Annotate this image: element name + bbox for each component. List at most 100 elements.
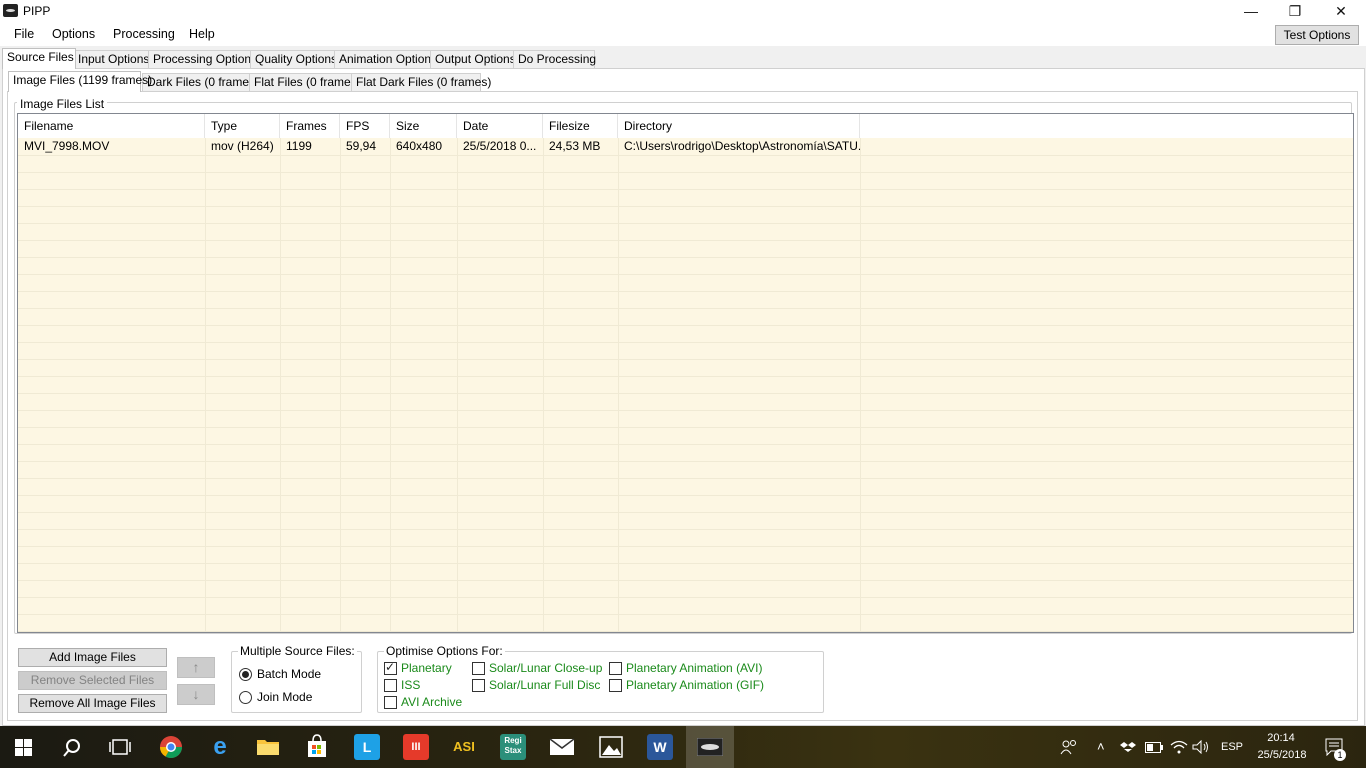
menu-file[interactable]: File bbox=[14, 27, 34, 41]
tab-quality-options[interactable]: Quality Options bbox=[250, 50, 338, 68]
grid-line bbox=[457, 138, 458, 632]
batch-mode-radio[interactable] bbox=[239, 668, 252, 681]
task-view-icon[interactable] bbox=[109, 739, 131, 755]
title-bar: PIPP — ❐ ✕ bbox=[0, 0, 1366, 22]
tab-flat-files[interactable]: Flat Files (0 frames) bbox=[249, 73, 361, 91]
tab-animation-options[interactable]: Animation Options bbox=[334, 50, 437, 68]
iss-label[interactable]: ISS bbox=[401, 678, 420, 692]
volume-icon[interactable] bbox=[1192, 740, 1210, 754]
col-directory[interactable]: Directory bbox=[618, 114, 860, 138]
cell-filesize[interactable]: 24,53 MB bbox=[543, 138, 618, 155]
clock-time[interactable]: 20:14 bbox=[1266, 732, 1296, 744]
col-filesize[interactable]: Filesize bbox=[543, 114, 618, 138]
multiple-source-files-title: Multiple Source Files: bbox=[238, 644, 357, 658]
solar-closeup-label[interactable]: Solar/Lunar Close-up bbox=[489, 661, 602, 675]
battery-icon[interactable] bbox=[1145, 742, 1163, 753]
join-mode-label[interactable]: Join Mode bbox=[257, 690, 312, 704]
grid-line bbox=[18, 478, 1353, 479]
grid-line bbox=[618, 138, 619, 632]
show-hidden-icons-icon[interactable]: ˄ bbox=[1097, 739, 1105, 754]
file-explorer-icon[interactable] bbox=[256, 736, 280, 756]
join-mode-radio[interactable] bbox=[239, 691, 252, 704]
app-l-icon[interactable]: L bbox=[354, 734, 380, 760]
tab-input-options[interactable]: Input Options bbox=[73, 50, 149, 68]
grid-line bbox=[18, 597, 1353, 598]
tab-image-files[interactable]: Image Files (1199 frames) bbox=[8, 71, 152, 92]
planetary-gif-label[interactable]: Planetary Animation (GIF) bbox=[626, 678, 764, 692]
planetary-label[interactable]: Planetary bbox=[401, 661, 452, 675]
col-frames[interactable]: Frames bbox=[280, 114, 340, 138]
search-icon[interactable] bbox=[62, 738, 82, 758]
mail-icon[interactable] bbox=[549, 738, 575, 756]
wifi-icon[interactable] bbox=[1170, 740, 1188, 754]
move-up-button[interactable]: ↑ bbox=[177, 657, 215, 678]
grid-line bbox=[18, 631, 1353, 632]
test-options-button[interactable]: Test Options bbox=[1275, 25, 1359, 45]
chrome-icon[interactable] bbox=[159, 735, 183, 759]
word-icon[interactable]: W bbox=[647, 734, 673, 760]
tab-dark-files[interactable]: Dark Files (0 frames) bbox=[142, 73, 259, 91]
solar-fulldisc-checkbox[interactable] bbox=[472, 679, 485, 692]
col-size[interactable]: Size bbox=[390, 114, 457, 138]
avi-archive-label[interactable]: AVI Archive bbox=[401, 695, 462, 709]
edge-icon[interactable]: e bbox=[207, 734, 233, 760]
image-files-panel: Image Files List Filename Type Frames FP… bbox=[7, 91, 1358, 721]
iss-checkbox[interactable] bbox=[384, 679, 397, 692]
remove-selected-files-button[interactable]: Remove Selected Files bbox=[18, 671, 167, 690]
dropbox-icon[interactable] bbox=[1120, 741, 1136, 755]
tab-source-files[interactable]: Source Files bbox=[2, 48, 76, 69]
asi-studio-icon[interactable]: ASI bbox=[451, 734, 477, 760]
remove-all-image-files-button[interactable]: Remove All Image Files bbox=[18, 694, 167, 713]
store-icon[interactable] bbox=[306, 734, 328, 758]
app-tile-icon[interactable]: III bbox=[403, 734, 429, 760]
photos-icon[interactable] bbox=[599, 736, 623, 758]
add-image-files-button[interactable]: Add Image Files bbox=[18, 648, 167, 667]
pipp-taskbar-button[interactable] bbox=[686, 726, 734, 768]
cell-type[interactable]: mov (H264) bbox=[205, 138, 280, 155]
grid-line bbox=[18, 172, 1353, 173]
grid-line bbox=[18, 274, 1353, 275]
solar-closeup-checkbox[interactable] bbox=[472, 662, 485, 675]
grid-line bbox=[18, 444, 1353, 445]
col-filename[interactable]: Filename bbox=[18, 114, 205, 138]
tab-do-processing[interactable]: Do Processing bbox=[513, 50, 596, 68]
cell-filename[interactable]: MVI_7998.MOV bbox=[18, 138, 205, 155]
grid-line bbox=[18, 546, 1353, 547]
tab-processing-options[interactable]: Processing Options bbox=[148, 50, 257, 68]
tab-output-options[interactable]: Output Options bbox=[430, 50, 516, 68]
image-files-listview[interactable]: Filename Type Frames FPS Size Date Files… bbox=[17, 113, 1354, 633]
col-fps[interactable]: FPS bbox=[340, 114, 390, 138]
menu-help[interactable]: Help bbox=[189, 27, 215, 41]
windows-start-icon[interactable] bbox=[15, 739, 32, 756]
clock-date[interactable]: 25/5/2018 bbox=[1256, 749, 1308, 761]
optimise-options-group: Optimise Options For: Planetary ISS AVI … bbox=[377, 644, 824, 713]
window-title: PIPP bbox=[23, 4, 51, 18]
close-button[interactable]: ✕ bbox=[1318, 0, 1364, 22]
people-icon[interactable] bbox=[1060, 739, 1078, 755]
registax-icon[interactable]: Regi Stax bbox=[500, 734, 526, 760]
cell-date[interactable]: 25/5/2018 0... bbox=[457, 138, 543, 155]
cell-fps[interactable]: 59,94 bbox=[340, 138, 390, 155]
multiple-source-files-group: Multiple Source Files: Batch Mode Join M… bbox=[231, 644, 362, 713]
minimize-button[interactable]: — bbox=[1228, 0, 1274, 22]
restore-button[interactable]: ❐ bbox=[1272, 0, 1318, 22]
menu-options[interactable]: Options bbox=[52, 27, 95, 41]
col-type[interactable]: Type bbox=[205, 114, 280, 138]
move-down-button[interactable]: ↓ bbox=[177, 684, 215, 705]
planetary-checkbox[interactable] bbox=[384, 660, 397, 675]
cell-size[interactable]: 640x480 bbox=[390, 138, 457, 155]
input-language[interactable]: ESP bbox=[1221, 741, 1243, 753]
cell-frames[interactable]: 1199 bbox=[280, 138, 340, 155]
batch-mode-label[interactable]: Batch Mode bbox=[257, 667, 321, 681]
col-date[interactable]: Date bbox=[457, 114, 543, 138]
planetary-gif-checkbox[interactable] bbox=[609, 679, 622, 692]
menu-processing[interactable]: Processing bbox=[113, 27, 175, 41]
avi-archive-checkbox[interactable] bbox=[384, 696, 397, 709]
pipp-taskbar-icon bbox=[697, 738, 723, 756]
cell-directory[interactable]: C:\Users\rodrigo\Desktop\Astronomía\SATU… bbox=[618, 138, 860, 155]
tab-flat-dark-files[interactable]: Flat Dark Files (0 frames) bbox=[351, 73, 491, 91]
planetary-avi-checkbox[interactable] bbox=[609, 662, 622, 675]
grid-line bbox=[18, 291, 1353, 292]
solar-fulldisc-label[interactable]: Solar/Lunar Full Disc bbox=[489, 678, 600, 692]
planetary-avi-label[interactable]: Planetary Animation (AVI) bbox=[626, 661, 763, 675]
